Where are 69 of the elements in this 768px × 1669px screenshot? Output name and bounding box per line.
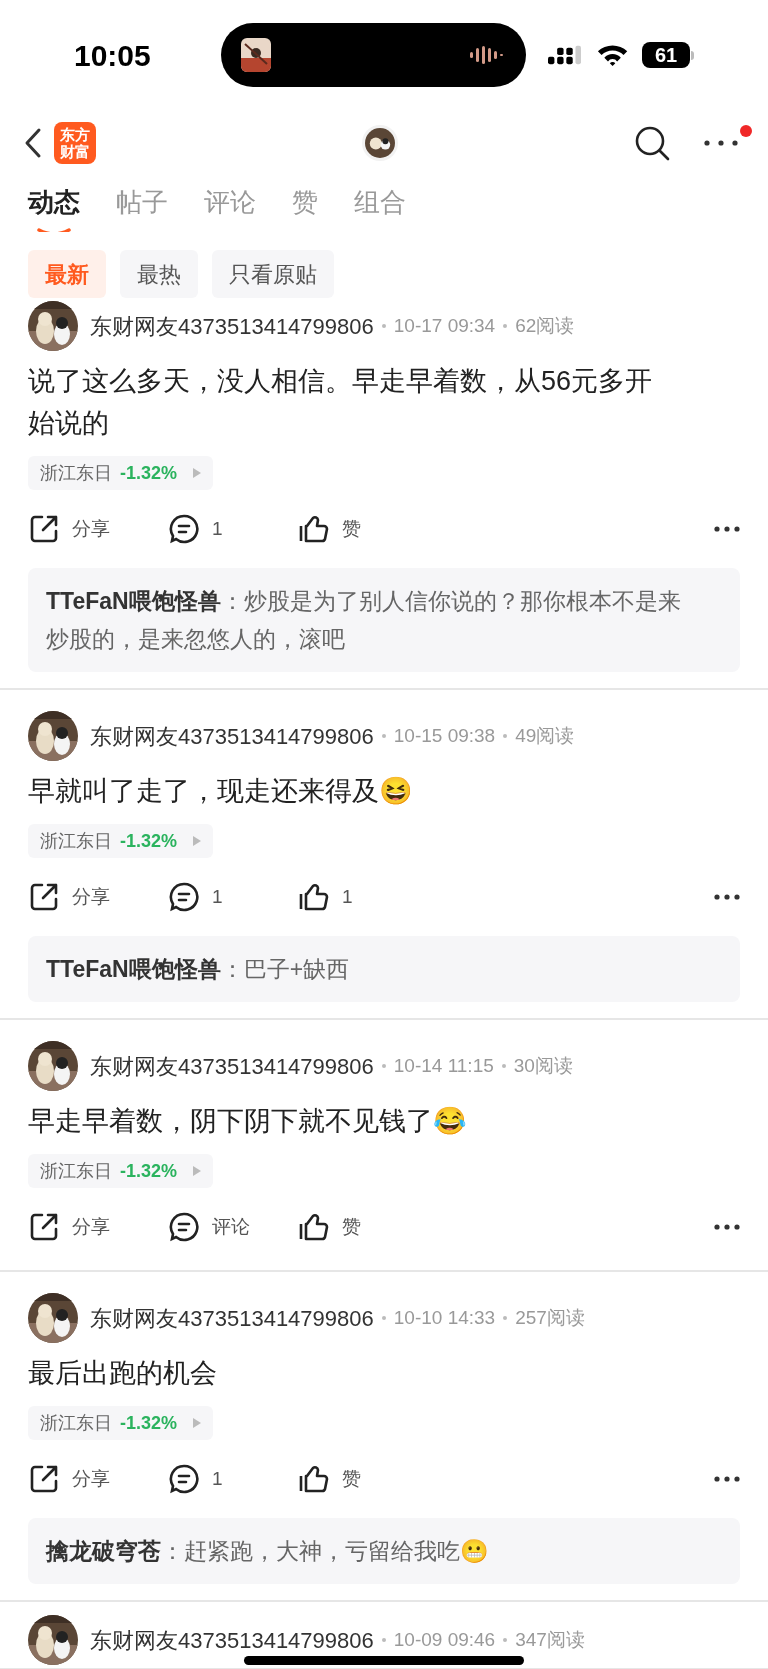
post-date: 10-09 09:46 — [393, 1627, 496, 1652]
share-icon — [28, 513, 60, 545]
play-triangle-icon — [193, 836, 202, 846]
reply-preview[interactable]: TTeFaN喂饱怪兽：炒股是为了别人信你说的？那你根本不是来炒股的，是来忽悠人的，滚吧 — [28, 568, 740, 672]
post-text: 最后出跑的机会 — [28, 1357, 218, 1390]
read-count: 30阅读 — [513, 1053, 573, 1078]
post-text: 说了这么多天，没人相信。早走早着数，从56元多开始说的 — [28, 365, 654, 440]
read-count: 62阅读 — [515, 313, 575, 338]
comment-icon — [168, 1211, 200, 1243]
status-time: 10:05 — [74, 37, 152, 74]
filter-chip[interactable]: 最热 — [120, 250, 198, 298]
comment-icon — [168, 881, 200, 913]
back-icon[interactable] — [24, 127, 42, 159]
reply-preview[interactable]: TTeFaN喂饱怪兽：巴子+缺西 — [28, 936, 740, 1002]
author-name[interactable]: 东财网友4373513414799806 — [90, 1049, 374, 1083]
more-icon[interactable] — [714, 894, 740, 900]
thumbs-up-icon — [298, 1463, 330, 1495]
read-count: 257阅读 — [515, 1305, 585, 1330]
like-button[interactable]: 1 — [298, 881, 353, 913]
stock-tag[interactable]: 浙江东日 -1.32% — [28, 824, 214, 858]
stock-name: 浙江东日 — [40, 461, 112, 485]
more-icon[interactable] — [714, 1476, 740, 1482]
like-button[interactable]: 赞 — [298, 513, 361, 545]
play-triangle-icon — [193, 1166, 202, 1176]
stock-change: -1.32% — [120, 1159, 178, 1183]
more-icon[interactable] — [714, 1224, 740, 1230]
stock-change: -1.32% — [120, 829, 178, 853]
play-triangle-icon — [193, 468, 202, 478]
signal-icon — [548, 43, 583, 67]
search-icon[interactable] — [634, 125, 670, 161]
thumbs-up-icon — [298, 513, 330, 545]
reply-preview[interactable]: 擒龙破穹苍：赶紧跑，大神，亏留给我吃😬 — [28, 1518, 740, 1584]
author-name[interactable]: 东财网友4373513414799806 — [90, 719, 374, 753]
more-icon[interactable] — [714, 526, 740, 532]
logo-text: 财富 — [60, 143, 90, 160]
author-name[interactable]: 东财网友4373513414799806 — [90, 1623, 374, 1657]
read-count: 347阅读 — [515, 1627, 585, 1652]
stock-change: -1.32% — [120, 1411, 178, 1435]
share-icon — [28, 1211, 60, 1243]
share-icon — [28, 1463, 60, 1495]
like-button[interactable]: 赞 — [298, 1463, 361, 1495]
thumbs-up-icon — [298, 881, 330, 913]
post-date: 10-17 09:34 — [393, 313, 496, 338]
author-name[interactable]: 东财网友4373513414799806 — [90, 309, 374, 343]
stock-tag[interactable]: 浙江东日 -1.32% — [28, 456, 214, 490]
wifi-icon — [596, 43, 628, 67]
author-name[interactable]: 东财网友4373513414799806 — [90, 1301, 374, 1335]
filter-chip[interactable]: 只看原贴 — [212, 250, 334, 298]
like-button[interactable]: 赞 — [298, 1211, 361, 1243]
post-text: 早就叫了走了，现走还来得及😆 — [28, 775, 414, 808]
stock-change: -1.32% — [120, 461, 178, 485]
post-date: 10-14 11:15 — [393, 1053, 494, 1078]
post-date: 10-10 14:33 — [393, 1305, 496, 1330]
stock-tag[interactable]: 浙江东日 -1.32% — [28, 1154, 214, 1188]
comment-icon — [168, 513, 200, 545]
post-date: 10-15 09:38 — [393, 723, 496, 748]
play-triangle-icon — [193, 1418, 202, 1428]
battery-level: 61 — [654, 45, 678, 65]
share-icon — [28, 881, 60, 913]
stock-tag[interactable]: 浙江东日 -1.32% — [28, 1406, 214, 1440]
more-icon[interactable] — [704, 140, 738, 146]
stock-name: 浙江东日 — [40, 1159, 112, 1183]
thumbs-up-icon — [298, 1211, 330, 1243]
read-count: 49阅读 — [515, 723, 575, 748]
stock-name: 浙江东日 — [40, 1411, 112, 1435]
post-text: 早走早着数，阴下阴下就不见钱了😂 — [28, 1105, 468, 1138]
stock-name: 浙江东日 — [40, 829, 112, 853]
comment-icon — [168, 1463, 200, 1495]
logo-text: 东方 — [60, 126, 90, 143]
